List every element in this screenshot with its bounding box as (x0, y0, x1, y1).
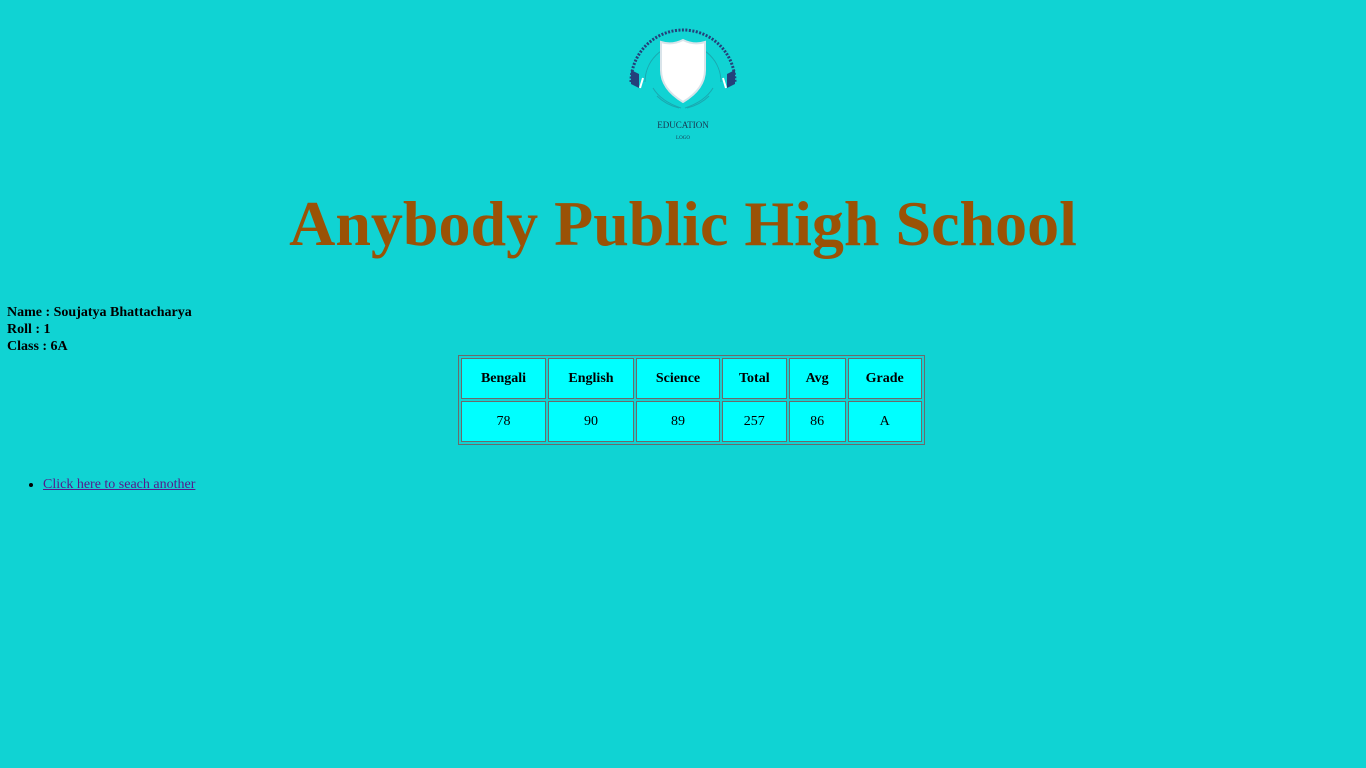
header-total: Total (722, 358, 787, 399)
value-science: 89 (636, 401, 720, 442)
svg-text:EDUCATION: EDUCATION (657, 120, 709, 130)
school-title: Anybody Public High School (289, 188, 1077, 259)
student-roll: Roll : 1 (7, 322, 51, 337)
list-item: Click here to seach another (43, 476, 195, 493)
student-info: Name : Soujatya Bhattacharya Roll : 1 Cl… (7, 304, 192, 355)
header-science: Science (636, 358, 720, 399)
header-bengali: Bengali (461, 358, 546, 399)
value-total: 257 (722, 401, 787, 442)
marks-header-row: Bengali English Science Total Avg Grade (461, 358, 922, 399)
marks-table: Bengali English Science Total Avg Grade … (458, 355, 925, 445)
header-english: English (548, 358, 634, 399)
marks-value-row: 78 90 89 257 86 A (461, 401, 922, 442)
value-avg: 86 (788, 401, 846, 442)
header-avg: Avg (788, 358, 846, 399)
education-logo-icon: EDUCATION LOGO (629, 28, 737, 141)
svg-text:LOGO: LOGO (676, 136, 690, 141)
value-english: 90 (548, 401, 634, 442)
student-name: Name : Soujatya Bhattacharya (7, 305, 192, 320)
links-list: Click here to seach another (0, 476, 195, 493)
header-grade: Grade (847, 358, 922, 399)
value-bengali: 78 (461, 401, 546, 442)
search-another-link[interactable]: Click here to seach another (43, 477, 195, 492)
school-logo: EDUCATION LOGO (623, 4, 743, 144)
result-page: EDUCATION LOGO Anybody Public High Schoo… (0, 0, 1366, 768)
student-class: Class : 6A (7, 339, 68, 354)
value-grade: A (847, 401, 922, 442)
